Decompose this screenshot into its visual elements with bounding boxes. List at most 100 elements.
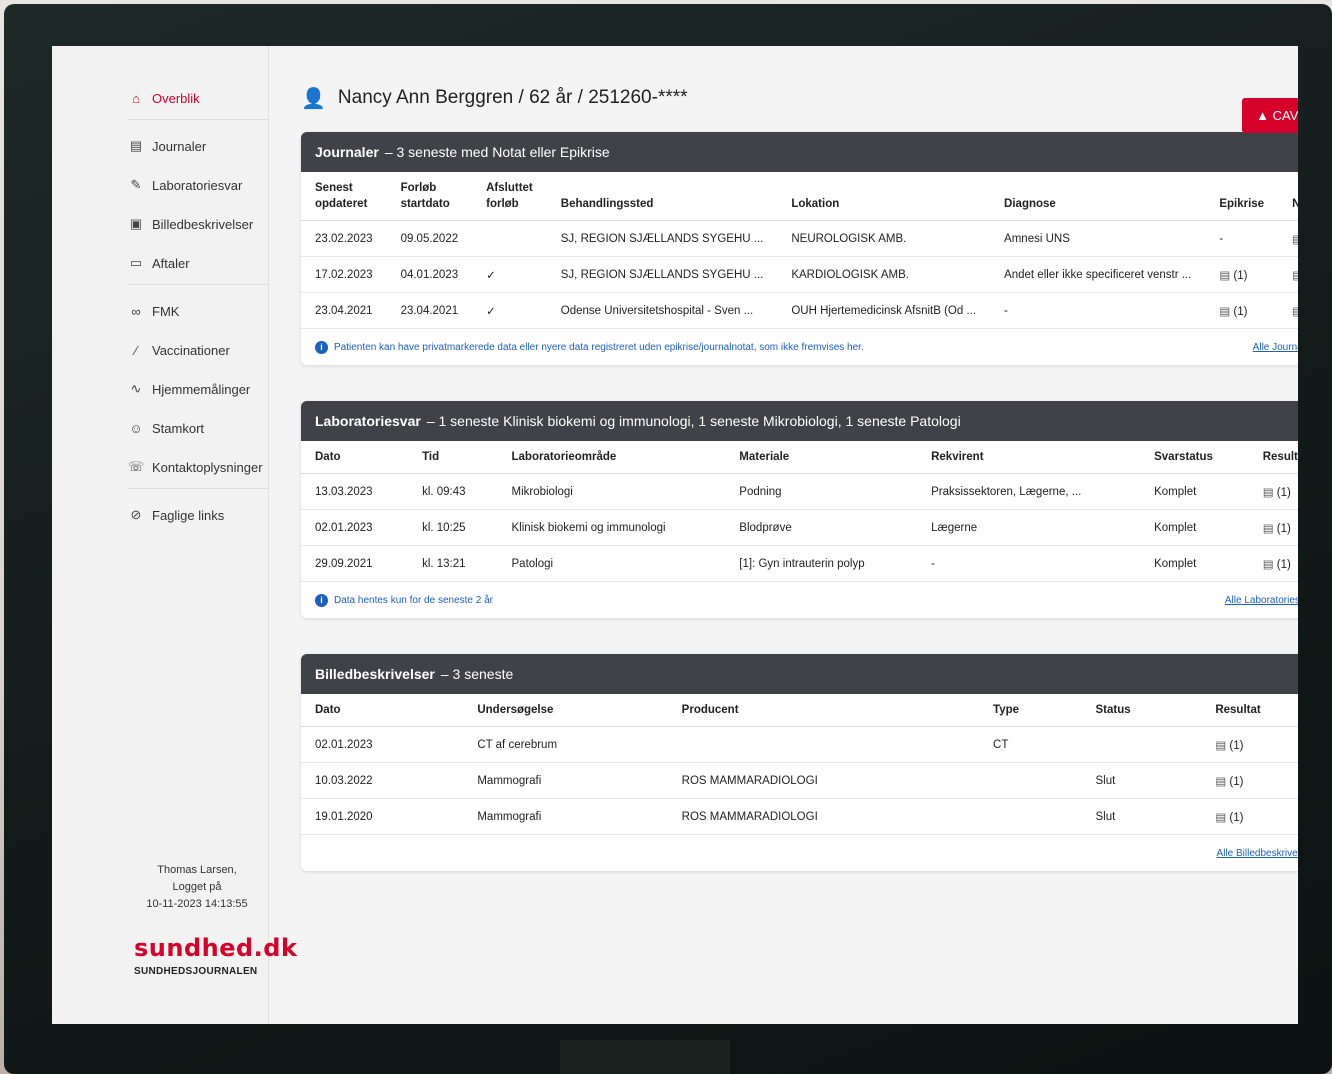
all-lab-link[interactable]: Alle Laboratoriesvar → <box>1225 595 1298 606</box>
sidebar-item-label: Laboratoriesvar <box>152 177 243 193</box>
table-cell <box>1081 726 1202 763</box>
table-cell: kl. 13:21 <box>408 545 498 582</box>
table-cell: ✓ <box>472 292 547 329</box>
table-cell: 23.02.2023 <box>301 220 387 257</box>
cell-value: (1) <box>1233 269 1248 282</box>
table-cell: [1]: Gyn intrauterin polyp <box>725 545 918 582</box>
cave-button[interactable]: ▲ CAVE (2) <box>1242 98 1298 133</box>
all-journaler-link[interactable]: Alle Journaler → <box>1253 342 1298 353</box>
table-cell: Mammografi <box>463 798 668 835</box>
sidebar-item-label: FMK <box>152 303 180 319</box>
table-cell: Komplet <box>1140 545 1249 582</box>
table-cell: Amnesi UNS <box>990 220 1206 257</box>
table-cell: Blodprøve <box>725 509 918 546</box>
sidebar-item-label: Hjemmemålinger <box>152 381 251 397</box>
billed-table: Dato Undersøgelse Producent Type Status Resul… <box>301 694 1298 835</box>
table-cell: 09.05.2022 <box>386 220 473 257</box>
table-row[interactable]: 10.03.2022 Mammografi ROS MAMMARADIOLOGI Sl… <box>301 762 1298 799</box>
sidebar-item-laboratoriesvar[interactable]: ✎ Laboratoriesvar <box>128 173 268 197</box>
table-cell[interactable]: ▤ (1) <box>1205 292 1279 329</box>
table-cell: Klinisk biokemi og immunologi <box>497 509 726 546</box>
table-cell: 17.02.2023 <box>301 256 387 293</box>
card-header: Billedbeskrivelser – 3 seneste <box>301 654 1298 694</box>
table-row[interactable]: 23.04.2021 23.04.2021 ✓ Odense Universitets… <box>301 292 1298 329</box>
table-cell: ROS MAMMARADIOLOGI <box>667 798 980 835</box>
column-header: Epikrise <box>1205 172 1279 221</box>
card-subtitle: – 3 seneste med Notat eller Epikrise <box>384 144 610 160</box>
table-cell[interactable]: ▤ (1) <box>1248 473 1298 510</box>
sidebar-item-fmk[interactable]: ∞ FMK <box>128 299 268 323</box>
table-cell: Lægerne <box>917 509 1141 546</box>
table-row[interactable]: 17.02.2023 04.01.2023 ✓ SJ, REGION SJÆLLAND… <box>301 256 1298 293</box>
divider <box>128 119 268 120</box>
user-info: Thomas Larsen, Logget på 10-11-2023 14:1… <box>132 862 262 913</box>
calendar-icon: ▭ <box>129 255 143 270</box>
sidebar: ⌂ Overblik ▤ Journaler ✎ Laboratoriesvar ▣ B… <box>52 46 297 1024</box>
table-cell: SJ, REGION SJÆLLANDS SYGEHU ... <box>546 220 778 257</box>
sidebar-item-faglige-links[interactable]: ⊘ Faglige links <box>128 503 268 527</box>
table-cell: Patologi <box>497 545 726 582</box>
table-cell: Slut <box>1081 798 1202 835</box>
table-cell[interactable]: ▤ (1) <box>1201 726 1298 763</box>
sidebar-item-kontaktoplysninger[interactable]: ☏ Kontaktoplysninger <box>128 455 268 479</box>
column-header: Tid <box>408 441 498 474</box>
table-cell[interactable]: ▤ (1) <box>1248 509 1298 546</box>
pen-icon: ✎ <box>130 177 142 192</box>
sidebar-item-aftaler[interactable]: ▭ Aftaler <box>128 251 268 275</box>
table-row[interactable]: 23.02.2023 09.05.2022 SJ, REGION SJÆLLANDS… <box>301 220 1298 257</box>
column-header: Notat <box>1278 172 1298 221</box>
table-cell: NEUROLOGISK AMB. <box>777 220 991 257</box>
table-cell: CT af cerebrum <box>463 726 668 763</box>
patient-header: 👤 Nancy Ann Berggren / 62 år / 251260-**… <box>301 78 1298 118</box>
table-cell: Slut <box>1081 762 1202 799</box>
all-billed-link[interactable]: Alle Billedbeskrivelser → <box>1217 848 1298 859</box>
sidebar-item-label: Stamkort <box>152 420 205 436</box>
monitor-stand <box>560 1040 730 1074</box>
table-cell <box>667 726 980 763</box>
table-cell: CT <box>979 726 1082 763</box>
info-text: Patienten kan have privatmarkerede data … <box>334 341 864 353</box>
cell-value: (1) <box>1229 811 1244 824</box>
document-icon: ▤ <box>1215 811 1230 824</box>
sidebar-item-label: Aftaler <box>152 255 190 271</box>
card-title: Billedbeskrivelser <box>315 666 435 682</box>
sidebar-item-billedbeskrivelser[interactable]: ▣ Billedbeskrivelser <box>128 212 268 236</box>
table-cell: - <box>990 292 1206 329</box>
card-footer: i Patienten kan have privatmarkerede data… <box>301 329 1298 365</box>
document-icon: ▤ <box>1292 269 1298 282</box>
table-row[interactable]: 19.01.2020 Mammografi ROS MAMMARADIOLOGI Sl… <box>301 798 1298 835</box>
table-cell: Praksissektoren, Lægerne, ... <box>917 473 1141 510</box>
pill-icon: ∞ <box>131 303 141 319</box>
sidebar-item-overblik[interactable]: ⌂ Overblik <box>128 86 268 110</box>
card-subtitle: – 1 seneste Klinisk biokemi og immunolog… <box>426 413 961 429</box>
column-header: Senest opdateret <box>301 172 387 221</box>
table-cell[interactable]: ▤ (10) <box>1278 220 1298 257</box>
table-row[interactable]: 02.01.2023 kl. 10:25 Klinisk biokemi og im… <box>301 509 1298 546</box>
sidebar-item-stamkort[interactable]: ☺ Stamkort <box>128 416 268 440</box>
sidebar-item-vaccinationer[interactable]: ⁄ Vaccinationer <box>128 338 268 362</box>
table-cell: Komplet <box>1140 473 1249 510</box>
table-cell[interactable]: ▤ (1) <box>1201 762 1298 799</box>
sidebar-item-journaler[interactable]: ▤ Journaler <box>128 134 268 158</box>
document-icon: ▤ <box>1292 305 1298 318</box>
screen: ⌂ Overblik ▤ Journaler ✎ Laboratoriesvar ▣ B… <box>52 46 1298 1024</box>
sidebar-item-hjemmemaalinger[interactable]: ∿ Hjemmemålinger <box>128 377 268 401</box>
table-row[interactable]: 13.03.2023 kl. 09:43 Mikrobiologi Podning Pr… <box>301 473 1298 510</box>
column-header: Dato <box>301 694 464 727</box>
table-cell[interactable]: ▤ (1) <box>1201 798 1298 835</box>
table-cell: KARDIOLOGISK AMB. <box>777 256 991 293</box>
table-cell[interactable]: ▤ (1) <box>1248 545 1298 582</box>
table-row[interactable]: 02.01.2023 CT af cerebrum CT ▤ (1) <box>301 726 1298 763</box>
column-header: Resultat <box>1201 694 1298 727</box>
cell-value: (1) <box>1229 775 1244 788</box>
table-cell[interactable]: ▤ (2) <box>1278 292 1298 329</box>
table-cell[interactable]: ▤ (1) <box>1278 256 1298 293</box>
card-subtitle: – 3 seneste <box>440 666 514 682</box>
table-row[interactable]: 29.09.2021 kl. 13:21 Patologi [1]: Gyn intr… <box>301 545 1298 582</box>
image-icon: ▣ <box>129 216 143 231</box>
info-icon: i <box>315 593 328 607</box>
table-cell: 29.09.2021 <box>301 545 409 582</box>
column-header: Undersøgelse <box>463 694 668 727</box>
cell-value: (1) <box>1233 305 1248 318</box>
table-cell[interactable]: ▤ (1) <box>1205 256 1279 293</box>
